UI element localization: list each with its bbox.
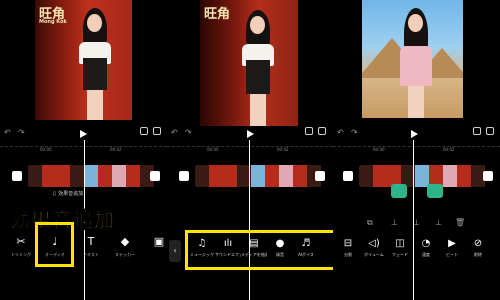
- undo-icon[interactable]: ↶: [337, 128, 344, 137]
- video-track[interactable]: [195, 165, 323, 187]
- ruler-label: 00:02: [443, 147, 455, 152]
- sticker-icon: ◆: [120, 235, 130, 248]
- add-clip-button[interactable]: [150, 171, 160, 181]
- tool-music[interactable]: ♫ ミュージック: [189, 238, 215, 268]
- text-icon: T: [87, 235, 95, 248]
- video-track[interactable]: [359, 165, 487, 187]
- audio-clip[interactable]: [427, 184, 443, 198]
- redo-icon[interactable]: ↷: [185, 128, 192, 137]
- tool-sticker[interactable]: ◆ ステッカー: [112, 235, 138, 269]
- audio-track-label: ♫ 効果音追加: [52, 191, 84, 197]
- person-figure: [75, 8, 115, 120]
- music-icon: ♫: [197, 238, 207, 249]
- timeline-ruler: [167, 146, 333, 152]
- trash-icon[interactable]: 🗑: [455, 218, 465, 227]
- ruler-label: 00:00: [207, 147, 219, 152]
- tool-volume[interactable]: ◁) ボリューム: [361, 238, 387, 268]
- tool-label: テキスト: [83, 252, 99, 257]
- tool-label: サウンドエフェクト: [215, 252, 241, 257]
- extract-audio-icon: ▤: [249, 238, 259, 249]
- keyframe-icon[interactable]: [486, 127, 494, 135]
- align-icon[interactable]: ⊥: [413, 218, 420, 227]
- add-clip-button[interactable]: [483, 171, 493, 181]
- tool-fade[interactable]: ◫ フェード: [387, 238, 413, 268]
- play-icon[interactable]: [247, 130, 254, 138]
- person-figure: [238, 10, 278, 126]
- playhead[interactable]: [249, 140, 250, 300]
- beat-icon: ▶: [448, 238, 456, 249]
- tool-label: AIボイス: [298, 252, 314, 257]
- video-preview: 旺角 Mong Kok: [35, 0, 132, 120]
- fullscreen-icon[interactable]: [305, 127, 313, 135]
- volume-icon: ◁): [368, 238, 380, 249]
- tool-image[interactable]: ▣: [146, 235, 167, 269]
- tool-label: メディアを抽出: [241, 252, 267, 257]
- undo-icon[interactable]: ↶: [171, 128, 178, 137]
- cover-button[interactable]: [179, 171, 189, 181]
- sign-text: 旺角: [204, 7, 231, 22]
- align-icon[interactable]: ⊥: [391, 218, 398, 227]
- speed-icon: ◔: [421, 238, 431, 249]
- tool-sound-effect[interactable]: ılı サウンドエフェクト: [215, 238, 241, 268]
- audio-clip-selected[interactable]: [391, 184, 407, 198]
- person-figure: [396, 8, 436, 118]
- tool-label: 分割: [344, 252, 352, 257]
- tool-label: トリミング: [11, 252, 31, 257]
- ai-voice-icon: ♬: [301, 238, 311, 249]
- tool-ai-voice[interactable]: ♬ AIボイス: [293, 238, 319, 268]
- tool-label: 速度: [422, 252, 430, 257]
- editor-panel-1: 旺角 Mong Kok ↶ ↷ 00:00 00:02 ♫ 効果音追加 効果音追…: [0, 0, 167, 300]
- copy-icon[interactable]: ⧉: [367, 218, 373, 228]
- tool-split[interactable]: ⊟ 分割: [335, 238, 361, 268]
- fullscreen-icon[interactable]: [140, 127, 148, 135]
- tool-record[interactable]: ● 録音: [267, 238, 293, 268]
- redo-icon[interactable]: ↷: [18, 128, 25, 137]
- tool-text[interactable]: T テキスト: [78, 235, 104, 269]
- editor-panel-2: 旺角 ↶ ↷ 00:00 00:02 ‹ ♫ ミュージック ılı サウンドエフ…: [167, 0, 333, 300]
- ruler-label: 00:00: [40, 147, 52, 152]
- video-preview: [362, 0, 463, 118]
- microphone-icon: ●: [275, 238, 285, 249]
- fade-icon: ◫: [395, 238, 405, 249]
- tool-trim[interactable]: ✂ トリミング: [8, 235, 34, 269]
- video-preview: 旺角: [200, 0, 298, 126]
- highlight-box: [35, 222, 74, 267]
- tool-label: フェード: [392, 252, 408, 257]
- fullscreen-icon[interactable]: [473, 127, 481, 135]
- play-icon[interactable]: [80, 130, 87, 138]
- sign-subtext: Mong Kok: [39, 19, 67, 25]
- ruler-label: 00:02: [110, 147, 122, 152]
- scissors-icon: ✂: [16, 235, 26, 248]
- tool-label: ビート: [446, 252, 458, 257]
- add-clip-button[interactable]: [315, 171, 325, 181]
- play-icon[interactable]: [411, 130, 418, 138]
- tool-extract-audio[interactable]: ▤ メディアを抽出: [241, 238, 267, 268]
- cover-button[interactable]: [12, 171, 22, 181]
- tool-label: 録音: [276, 252, 284, 257]
- sound-effect-icon: ılı: [223, 238, 233, 249]
- cover-button[interactable]: [343, 171, 353, 181]
- redo-icon[interactable]: ↷: [351, 128, 358, 137]
- delete-icon: ⊘: [473, 238, 483, 249]
- tool-beat[interactable]: ▶ ビート: [439, 238, 465, 268]
- editor-panel-3: ↶ ↷ 00:00 00:02 ⧉ ⊥ ⊥ ⊥ 🗑 ⊟ 分割 ◁) ボリューム …: [333, 0, 500, 300]
- ruler-label: 00:02: [277, 147, 289, 152]
- tool-label: ボリューム: [364, 252, 384, 257]
- timeline-ruler: [333, 146, 500, 152]
- back-arrow-icon[interactable]: ‹: [169, 240, 181, 262]
- align-icon[interactable]: ⊥: [435, 218, 442, 227]
- image-icon: ▣: [153, 235, 165, 248]
- tool-label: ミュージック: [190, 252, 214, 257]
- undo-icon[interactable]: ↶: [4, 128, 11, 137]
- tool-label: 削除: [474, 252, 482, 257]
- video-track[interactable]: [28, 165, 156, 187]
- tool-speed[interactable]: ◔ 速度: [413, 238, 439, 268]
- keyframe-icon[interactable]: [318, 127, 326, 135]
- tool-delete[interactable]: ⊘ 削除: [465, 238, 491, 268]
- ruler-label: 00:00: [373, 147, 385, 152]
- tool-label: ステッカー: [115, 252, 135, 257]
- keyframe-icon[interactable]: [153, 127, 161, 135]
- split-icon: ⊟: [343, 238, 353, 249]
